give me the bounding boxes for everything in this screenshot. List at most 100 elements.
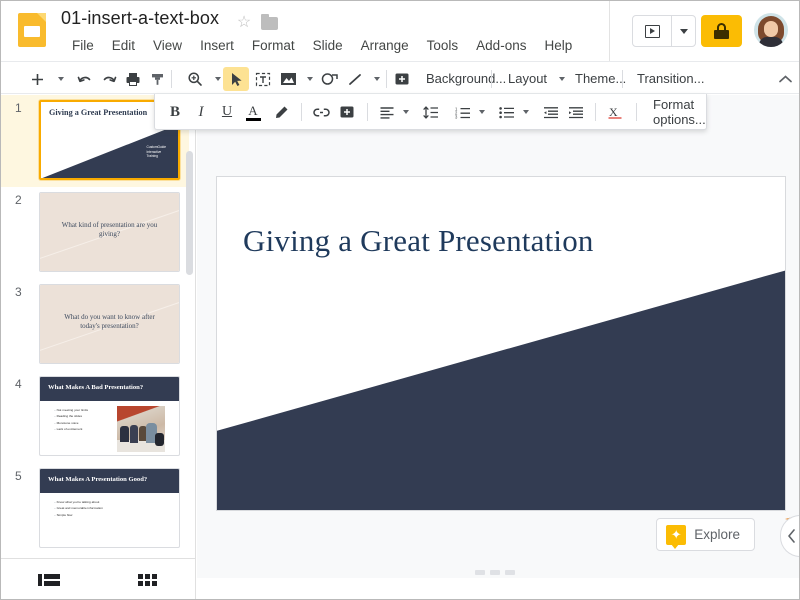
present-dropdown-button[interactable] [671,16,695,46]
slide-title-text[interactable]: Giving a Great Presentation [243,223,594,259]
user-avatar[interactable] [754,13,788,47]
caret-down-icon [403,110,409,114]
text-color-button[interactable]: A [241,100,265,124]
decrease-indent-button[interactable] [539,100,563,124]
add-comment-button[interactable] [390,67,414,91]
star-outline-icon[interactable]: ☆ [235,14,253,32]
menu-edit[interactable]: Edit [103,35,144,56]
menu-format[interactable]: Format [243,35,304,56]
caret-down-icon [559,77,565,81]
text-color-swatch [246,118,261,121]
background-button[interactable]: Background... [419,66,513,91]
collapse-toolbar-button[interactable] [773,67,797,91]
explore-button[interactable]: ✦ Explore [656,518,755,551]
collapse-panel-button[interactable] [780,515,800,557]
filmstrip-view-button[interactable] [35,568,63,592]
menu-slide[interactable]: Slide [304,35,352,56]
clear-formatting-button[interactable]: X [603,100,627,124]
transition-button[interactable]: Transition... [630,66,711,91]
thumbnail-number: 2 [15,193,22,207]
explore-sparkle-icon: ✦ [666,525,686,545]
menu-file[interactable]: File [63,35,103,56]
thumbnail-preview: What Makes A Presentation Good? Know wha… [39,468,180,548]
google-slides-window: 01-insert-a-text-box ☆ File Edit View In… [0,0,800,600]
thumbnail-slide-5[interactable]: 5 What Makes A Presentation Good? Know w… [1,463,189,555]
caret-down-icon [374,77,380,81]
caret-down-icon [215,77,221,81]
numbered-list-button[interactable]: 123 [451,100,475,124]
toolbar-divider [622,70,623,88]
toolbar-divider [171,70,172,88]
thumb-navy-header: What Makes A Bad Presentation? [40,377,179,401]
thumb-beige-bg: What do you want to know after today's p… [40,285,179,363]
chevron-up-icon [778,73,793,85]
line-spacing-button[interactable] [419,100,443,124]
grid-view-button[interactable] [134,568,162,592]
bulleted-list-dropdown[interactable] [519,100,533,124]
paint-format-button[interactable] [145,67,169,91]
icon-fold [37,13,46,22]
print-button[interactable] [121,67,145,91]
image-button[interactable] [276,67,300,91]
format-options-button[interactable]: Format options... [645,100,714,124]
thumbnail-number: 1 [15,101,22,115]
slide-thumbnail-panel[interactable]: 1 Giving a Great Presentation CustomGuid… [1,95,196,558]
menu-tools[interactable]: Tools [418,35,468,56]
current-slide[interactable]: Giving a Great Presentation [216,176,786,511]
menu-view[interactable]: View [144,35,191,56]
thumb-title-text: What kind of presentation are you giving… [56,221,163,239]
shape-button[interactable] [317,67,341,91]
select-tool-button[interactable] [223,67,249,91]
menu-addons[interactable]: Add-ons [467,35,535,56]
panel-scrollbar[interactable] [186,151,193,275]
menu-insert[interactable]: Insert [191,35,243,56]
bulleted-list-button[interactable] [495,100,519,124]
text-box-button[interactable] [251,67,275,91]
thumbnail-preview: What kind of presentation are you giving… [39,192,180,272]
thumbnail-slide-3[interactable]: 3 What do you want to know after today's… [1,279,189,371]
italic-button[interactable]: I [189,100,213,124]
menu-arrange[interactable]: Arrange [352,35,418,56]
thumbnail-slide-4[interactable]: 4 What Makes A Bad Presentation? Not mee… [1,371,189,463]
slides-file-icon [18,13,46,47]
highlight-color-button[interactable] [269,100,293,124]
thumb-title-text: What Makes A Presentation Good? [48,476,147,483]
increase-indent-button[interactable] [564,100,588,124]
thumb-title-text: What Makes A Bad Presentation? [48,384,143,391]
redo-button[interactable] [97,67,121,91]
svg-text:3: 3 [455,114,458,118]
bold-button[interactable]: B [163,100,187,124]
add-comment-button[interactable] [335,100,359,124]
present-icon [645,25,660,38]
undo-button[interactable] [72,67,96,91]
thumbnail-number: 3 [15,285,22,299]
present-button[interactable] [633,16,671,46]
thumbnail-slide-2[interactable]: 2 What kind of presentation are you givi… [1,187,189,279]
present-control-group [632,15,696,47]
folder-icon[interactable] [261,17,278,30]
numbered-list-dropdown[interactable] [475,100,489,124]
thumb-bullet: Simple flow [54,512,103,518]
slide-canvas-area[interactable]: Giving a Great Presentation CustomGuide … [197,95,800,580]
clear-formatting-icon: X [607,105,623,119]
notes-drag-handle[interactable] [475,570,515,575]
line-spacing-icon [423,105,439,120]
thumbnail-number: 5 [15,469,22,483]
align-left-icon [379,106,395,119]
theme-button[interactable]: Theme... [568,66,633,91]
document-title[interactable]: 01-insert-a-text-box [61,8,219,29]
align-dropdown[interactable] [399,100,413,124]
underline-button[interactable]: U [215,100,239,124]
align-button[interactable] [375,100,399,124]
new-slide-dropdown[interactable] [49,67,73,91]
line-button[interactable] [343,67,367,91]
share-button[interactable] [701,15,742,47]
new-slide-button[interactable] [25,67,49,91]
zoom-button[interactable] [183,67,207,91]
canvas-footer-strip [197,578,800,599]
thumbnail-number: 4 [15,377,22,391]
bulleted-list-icon [499,106,515,119]
insert-link-button[interactable] [309,100,333,124]
numbered-list-icon: 123 [455,106,471,119]
menu-help[interactable]: Help [535,35,581,56]
